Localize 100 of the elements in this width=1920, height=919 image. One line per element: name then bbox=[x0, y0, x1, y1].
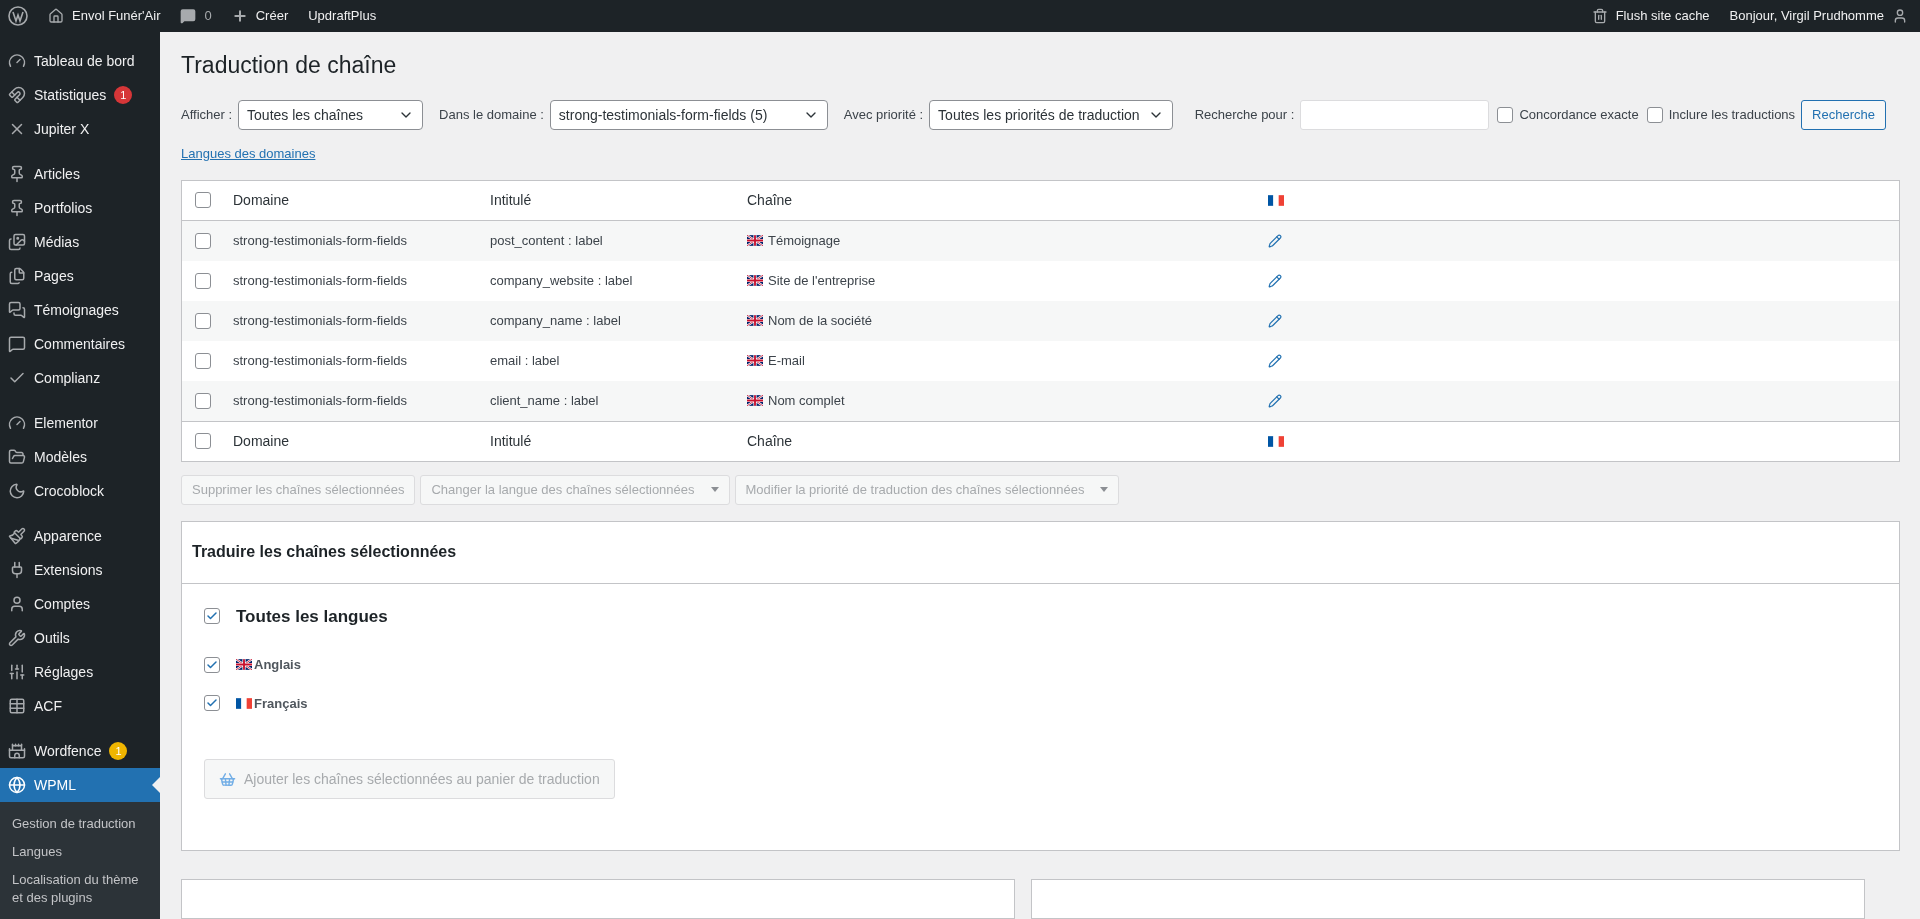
checkbox[interactable] bbox=[195, 352, 211, 369]
checkbox[interactable] bbox=[1497, 107, 1514, 123]
edit-icon[interactable] bbox=[1268, 313, 1282, 328]
site-name-link[interactable]: Envol Funér'Air bbox=[72, 6, 161, 26]
sidebar-label: Comptes bbox=[34, 594, 91, 614]
sidebar-item[interactable]: Articles bbox=[0, 157, 160, 191]
sidebar-item[interactable]: Modèles bbox=[0, 440, 160, 474]
sidebar-item[interactable]: Wordfence 1 bbox=[0, 734, 160, 768]
sidebar-item[interactable]: Extensions bbox=[0, 553, 160, 587]
name-cell-text: company_website : label bbox=[490, 271, 634, 290]
wordpress-logo-icon[interactable] bbox=[8, 6, 28, 26]
domain-cell-text: strong-testimonials-form-fields bbox=[233, 351, 409, 370]
checkbox[interactable] bbox=[195, 192, 211, 208]
sidebar-item[interactable]: Elementor bbox=[0, 406, 160, 440]
flush-cache-link[interactable]: Flush site cache bbox=[1615, 6, 1710, 26]
french-flag-icon bbox=[1268, 435, 1284, 447]
globe-icon bbox=[8, 776, 26, 794]
table-icon bbox=[8, 697, 26, 715]
uk-flag-icon bbox=[747, 315, 763, 326]
column-footer: Chaîne bbox=[747, 430, 1268, 452]
all-languages-label: Toutes les langues bbox=[236, 605, 388, 628]
sidebar-label: Wordfence bbox=[34, 741, 102, 761]
sidebar-item[interactable]: Médias bbox=[0, 225, 160, 259]
submenu-item[interactable]: Gestion de traduction bbox=[0, 810, 160, 838]
sidebar-label: Extensions bbox=[34, 560, 103, 580]
domain-languages-link[interactable]: Langues des domaines bbox=[181, 146, 316, 161]
checkbox[interactable] bbox=[195, 232, 211, 249]
sidebar-item[interactable]: Statistiques 1 bbox=[0, 78, 160, 112]
speech-bubbles-icon bbox=[8, 301, 26, 319]
edit-icon[interactable] bbox=[1268, 353, 1282, 368]
edit-icon[interactable] bbox=[1268, 233, 1282, 248]
string-cell-text: Témoignage bbox=[768, 231, 841, 250]
option-label: Inclure les traductions bbox=[1668, 106, 1796, 125]
sidebar-item[interactable]: Tableau de bord bbox=[0, 44, 160, 78]
sidebar-label: Portfolios bbox=[34, 198, 93, 218]
french-flag-icon bbox=[1268, 194, 1284, 206]
search-field[interactable] bbox=[1300, 100, 1490, 130]
sidebar-label: Elementor bbox=[34, 413, 98, 433]
sidebar-label: Statistiques bbox=[34, 85, 107, 105]
name-cell-text: post_content : label bbox=[490, 231, 604, 250]
filter-select[interactable]: Toutes les chaînes bbox=[238, 100, 424, 130]
search-button[interactable]: Recherche bbox=[1801, 100, 1886, 130]
checkbox[interactable] bbox=[195, 392, 211, 409]
checkbox[interactable] bbox=[204, 608, 220, 625]
submenu-item[interactable]: Localisation du thème et des plugins bbox=[0, 866, 160, 912]
sidebar-item[interactable]: WPML bbox=[0, 768, 160, 802]
sidebar-item[interactable]: Réglages bbox=[0, 655, 160, 689]
sidebar-item[interactable]: Comptes bbox=[0, 587, 160, 621]
sidebar-item[interactable]: Portfolios bbox=[0, 191, 160, 225]
comment-count[interactable]: 0 bbox=[204, 6, 212, 26]
sidebar-item[interactable]: Outils bbox=[0, 621, 160, 655]
current-pointer-icon bbox=[152, 777, 160, 793]
sidebar-label: Pages bbox=[34, 266, 74, 286]
plugin-link[interactable]: UpdraftPlus bbox=[308, 6, 377, 26]
submenu-item[interactable]: Langues bbox=[0, 838, 160, 866]
pin-icon bbox=[8, 165, 26, 183]
user-icon bbox=[1892, 8, 1908, 24]
uk-flag-icon bbox=[747, 355, 763, 366]
sidebar-item[interactable]: Commentaires bbox=[0, 327, 160, 361]
checkbox[interactable] bbox=[1646, 107, 1663, 123]
images-icon bbox=[8, 233, 26, 251]
sidebar-label: Réglages bbox=[34, 662, 94, 682]
new-link[interactable]: Créer bbox=[255, 6, 289, 26]
sidebar-item[interactable]: Complianz bbox=[0, 361, 160, 395]
domain-cell-text: strong-testimonials-form-fields bbox=[233, 391, 409, 410]
filter-label: Avec priorité : bbox=[843, 106, 924, 125]
plus-icon bbox=[231, 8, 248, 24]
string-cell-text: Site de l'entreprise bbox=[768, 271, 876, 290]
checkbox[interactable] bbox=[195, 433, 211, 449]
sidebar-label: Témoignages bbox=[34, 300, 119, 320]
name-cell-text: company_name : label bbox=[490, 311, 622, 330]
sidebar-item[interactable]: Jupiter X bbox=[0, 112, 160, 146]
sidebar-item[interactable]: Témoignages bbox=[0, 293, 160, 327]
sidebar-label: Commentaires bbox=[34, 334, 126, 354]
checkbox[interactable] bbox=[195, 312, 211, 329]
sidebar-item[interactable]: Pages bbox=[0, 259, 160, 293]
greeting-link[interactable]: Bonjour, Virgil Prudhomme bbox=[1729, 6, 1884, 26]
filter-label: Dans le domaine : bbox=[439, 106, 544, 125]
name-cell-text: client_name : label bbox=[490, 391, 600, 410]
language-label: Français bbox=[254, 694, 308, 713]
language-label: Anglais bbox=[254, 656, 301, 674]
sidebar-item[interactable]: Crocoblock bbox=[0, 474, 160, 508]
checkbox[interactable] bbox=[204, 656, 220, 673]
column-footer: Domaine bbox=[233, 430, 490, 452]
checkbox[interactable] bbox=[204, 695, 220, 712]
sidebar-label: Articles bbox=[34, 164, 80, 184]
filter-select[interactable]: strong-testimonials-form-fields (5) bbox=[549, 100, 828, 130]
pin-icon bbox=[8, 199, 26, 217]
french-flag-icon bbox=[236, 697, 252, 709]
sidebar-item[interactable]: ACF bbox=[0, 689, 160, 723]
trash-icon bbox=[1591, 8, 1608, 24]
edit-icon[interactable] bbox=[1268, 393, 1282, 408]
filter-select[interactable]: Toutes les priorités de traduction bbox=[929, 100, 1173, 130]
column-footer: Intitulé bbox=[490, 430, 747, 452]
home-icon bbox=[48, 8, 64, 24]
count-badge: 1 bbox=[109, 742, 128, 760]
sidebar-item[interactable]: Apparence bbox=[0, 519, 160, 553]
checkbox[interactable] bbox=[195, 272, 211, 289]
check-icon bbox=[206, 658, 218, 671]
edit-icon[interactable] bbox=[1268, 273, 1282, 288]
